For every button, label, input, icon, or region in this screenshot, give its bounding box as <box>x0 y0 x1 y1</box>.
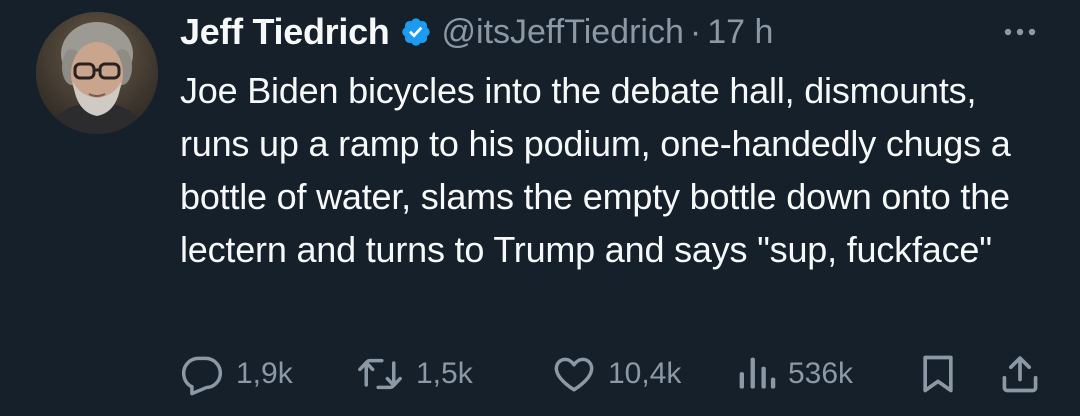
bookmark-button[interactable] <box>918 346 958 402</box>
post-timestamp[interactable]: 17 h <box>707 13 773 52</box>
reply-icon <box>180 352 224 396</box>
like-count: 10,4k <box>608 357 682 390</box>
user-handle[interactable]: @itsJeffTiedrich <box>442 13 684 52</box>
tweet: Jeff Tiedrich @itsJeffTiedrich · 17 h Jo… <box>0 0 1080 416</box>
header-separator: · <box>689 12 702 51</box>
views-button[interactable]: 536k <box>736 346 853 402</box>
views-icon <box>736 352 776 396</box>
like-icon <box>552 352 596 396</box>
tweet-text: Joe Biden bicycles into the debate hall,… <box>180 70 1011 270</box>
tweet-header: Jeff Tiedrich @itsJeffTiedrich · 17 h <box>180 6 773 58</box>
share-button[interactable] <box>998 346 1042 402</box>
repost-count: 1,5k <box>416 357 473 390</box>
action-bar: 1,9k 1,5k 10,4k 536k <box>180 346 1050 402</box>
share-icon <box>998 352 1042 396</box>
reply-button[interactable]: 1,9k <box>180 346 293 402</box>
avatar[interactable] <box>36 12 158 134</box>
like-button[interactable]: 10,4k <box>552 346 681 402</box>
views-count: 536k <box>788 357 854 390</box>
reply-count: 1,9k <box>236 357 293 390</box>
avatar-photo <box>36 12 158 134</box>
repost-button[interactable]: 1,5k <box>356 346 473 402</box>
more-options-icon[interactable] <box>1000 20 1040 44</box>
repost-icon <box>356 352 404 396</box>
bookmark-icon <box>918 352 958 396</box>
display-name[interactable]: Jeff Tiedrich <box>180 11 390 53</box>
verified-badge-icon <box>400 16 432 48</box>
